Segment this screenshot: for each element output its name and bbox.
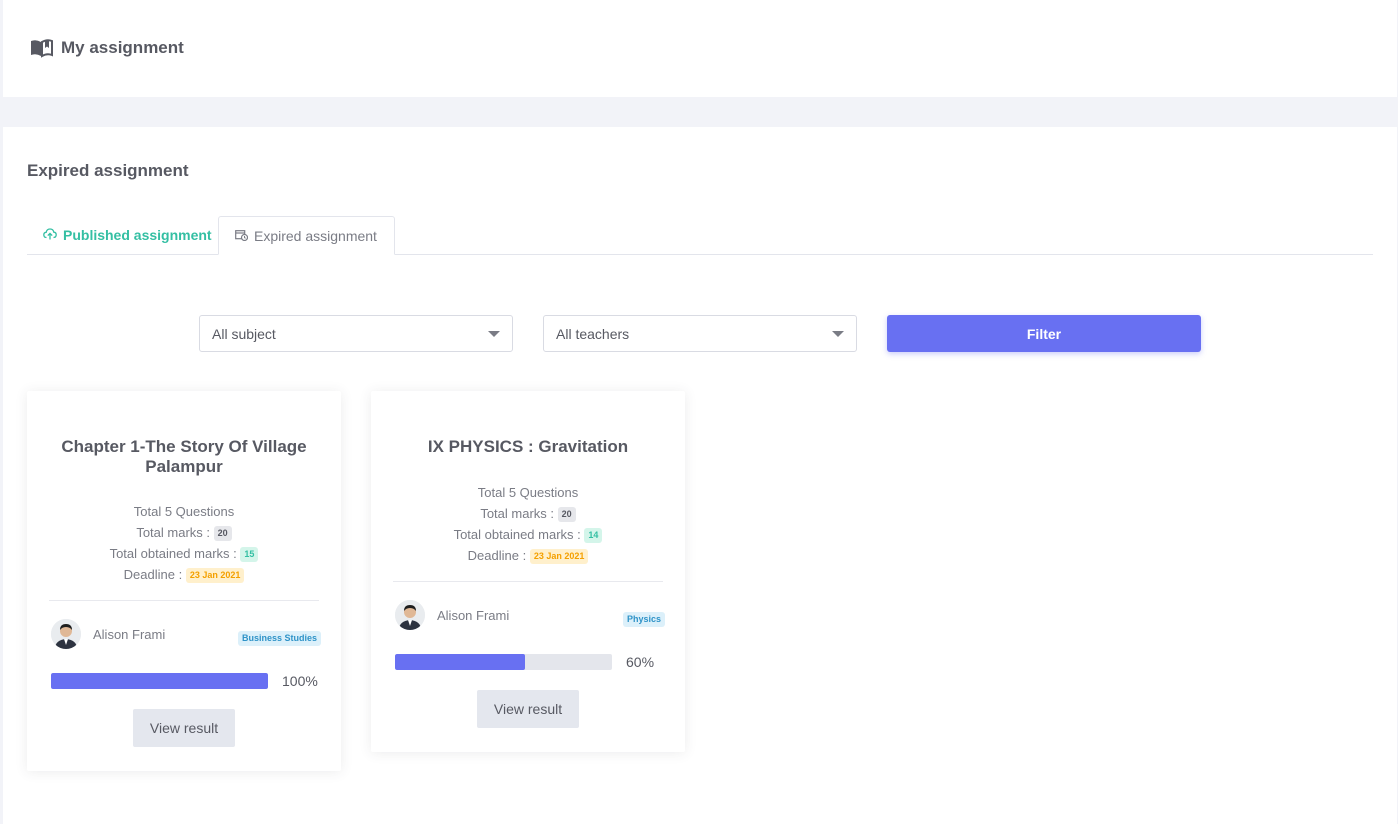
- deadline-label: Deadline :: [467, 548, 527, 563]
- teacher-row: Alison Frami Business Studies: [51, 619, 321, 649]
- obtained-marks-row: Total obtained marks : 14: [371, 524, 685, 545]
- subject-badge: Business Studies: [237, 630, 321, 646]
- total-marks-row: Total marks : 20: [371, 503, 685, 524]
- tab-published-assignment[interactable]: Published assignment: [27, 216, 228, 254]
- assignment-title: IX PHYSICS : Gravitation: [427, 437, 629, 456]
- avatar: [51, 619, 81, 649]
- page-header: My assignment: [3, 0, 1397, 97]
- obtained-marks-label: Total obtained marks :: [109, 546, 237, 561]
- total-marks-row: Total marks : 20: [27, 522, 341, 543]
- tab-label: Published assignment: [63, 227, 212, 243]
- progress-row: 60%: [395, 652, 665, 672]
- obtained-marks-row: Total obtained marks : 15: [27, 543, 341, 564]
- page-title: My assignment: [30, 38, 184, 58]
- assignment-meta: Total 5 Questions Total marks : 20 Total…: [27, 501, 341, 585]
- calendar-clock-icon: [235, 228, 249, 244]
- card-divider: [49, 600, 319, 601]
- total-marks-label: Total marks :: [480, 506, 555, 521]
- subject-select[interactable]: All subject: [199, 315, 513, 352]
- assignment-tabs: Published assignment Expired assignment: [27, 216, 1373, 255]
- progress-label: 60%: [626, 654, 655, 670]
- deadline-row: Deadline : 23 Jan 2021: [27, 564, 341, 585]
- total-questions: Total 5 Questions: [477, 485, 579, 500]
- view-result-button[interactable]: View result: [133, 709, 235, 747]
- caret-down-icon: [832, 330, 844, 337]
- total-marks-label: Total marks :: [136, 525, 211, 540]
- deadline-row: Deadline : 23 Jan 2021: [371, 545, 685, 566]
- filter-button[interactable]: Filter: [887, 315, 1201, 352]
- total-questions: Total 5 Questions: [133, 504, 235, 519]
- obtained-marks-badge: 14: [584, 528, 603, 544]
- deadline-label: Deadline :: [123, 567, 183, 582]
- teacher-name: Alison Frami: [93, 626, 166, 642]
- progress-fill: [395, 654, 526, 670]
- tab-expired-assignment[interactable]: Expired assignment: [218, 216, 395, 255]
- progress-label: 100%: [282, 673, 318, 689]
- subject-badge: Physics: [622, 611, 665, 627]
- teacher-name: Alison Frami: [437, 607, 510, 623]
- obtained-marks-badge: 15: [240, 547, 259, 563]
- teacher-row: Alison Frami Physics: [395, 600, 665, 630]
- section-title: Expired assignment: [27, 161, 189, 180]
- teacher-select[interactable]: All teachers: [543, 315, 857, 352]
- progress-row: 100%: [51, 671, 321, 691]
- assignment-card: Chapter 1-The Story Of Village Palampur …: [27, 391, 341, 771]
- obtained-marks-label: Total obtained marks :: [453, 527, 581, 542]
- assignment-title: Chapter 1-The Story Of Village Palampur: [61, 437, 307, 476]
- subject-select-value: All subject: [212, 325, 276, 342]
- book-open-icon: [30, 38, 53, 58]
- caret-down-icon: [488, 330, 500, 337]
- avatar: [395, 600, 425, 630]
- assignment-card: IX PHYSICS : Gravitation Total 5 Questio…: [371, 391, 685, 752]
- deadline-badge: 23 Jan 2021: [529, 549, 589, 565]
- assignments-panel: Expired assignment Published assignment: [3, 127, 1397, 824]
- total-marks-badge: 20: [557, 507, 576, 523]
- tab-label: Expired assignment: [254, 227, 377, 244]
- view-result-button[interactable]: View result: [477, 690, 579, 728]
- card-divider: [393, 581, 663, 582]
- progress-bar: [51, 673, 268, 689]
- progress-fill: [51, 673, 268, 689]
- cloud-upload-icon: [43, 227, 57, 243]
- teacher-select-value: All teachers: [556, 325, 630, 342]
- deadline-badge: 23 Jan 2021: [185, 568, 245, 584]
- progress-bar: [395, 654, 612, 670]
- assignment-meta: Total 5 Questions Total marks : 20 Total…: [371, 482, 685, 566]
- page-title-text: My assignment: [61, 38, 184, 57]
- total-marks-badge: 20: [213, 526, 232, 542]
